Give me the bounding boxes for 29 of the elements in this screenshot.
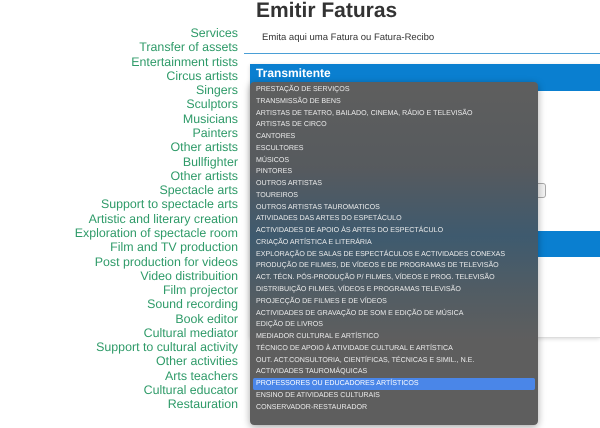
category-label: Video distribuition bbox=[140, 268, 238, 284]
category-label: Other artists bbox=[170, 168, 238, 184]
category-label: Bullfighter bbox=[182, 154, 238, 169]
category-label: Singers bbox=[196, 83, 238, 98]
category-label: Exploration of spectacle room bbox=[74, 226, 238, 240]
category-label: Film projector bbox=[162, 283, 238, 298]
category-label: Cultural educator bbox=[144, 383, 238, 398]
category-label: Sound recording bbox=[147, 297, 238, 312]
category-label: Film and TV production bbox=[110, 240, 238, 254]
category-label: Other activities bbox=[156, 354, 238, 369]
category-label: Other artists bbox=[170, 140, 238, 155]
category-label: Transfer of assets bbox=[139, 40, 238, 55]
category-label: Book editor bbox=[175, 312, 238, 326]
category-label: Sculptors bbox=[186, 97, 238, 112]
category-label: Spectacle arts bbox=[159, 183, 238, 198]
category-label: Artistic and literary creation bbox=[88, 212, 238, 226]
category-label: Entertainment rtists bbox=[131, 54, 238, 69]
category-label: Post production for videos bbox=[94, 254, 238, 269]
category-label: Circus artists bbox=[166, 68, 238, 84]
category-label: Painters bbox=[192, 126, 238, 140]
page-title: Emitir Faturas bbox=[256, 0, 398, 22]
category-label: Services bbox=[190, 26, 238, 40]
page-subtitle: Emita aqui uma Fatura ou Fatura-Recibo bbox=[262, 32, 436, 43]
category-label: Support to spectacle arts bbox=[100, 197, 238, 212]
category-label: Musicians bbox=[182, 112, 238, 126]
category-label: Restauration bbox=[168, 397, 238, 412]
category-label: Arts teachers bbox=[165, 368, 238, 384]
category-label: Cultural mediator bbox=[144, 326, 238, 340]
category-label: Support to cultural activity bbox=[96, 340, 238, 354]
